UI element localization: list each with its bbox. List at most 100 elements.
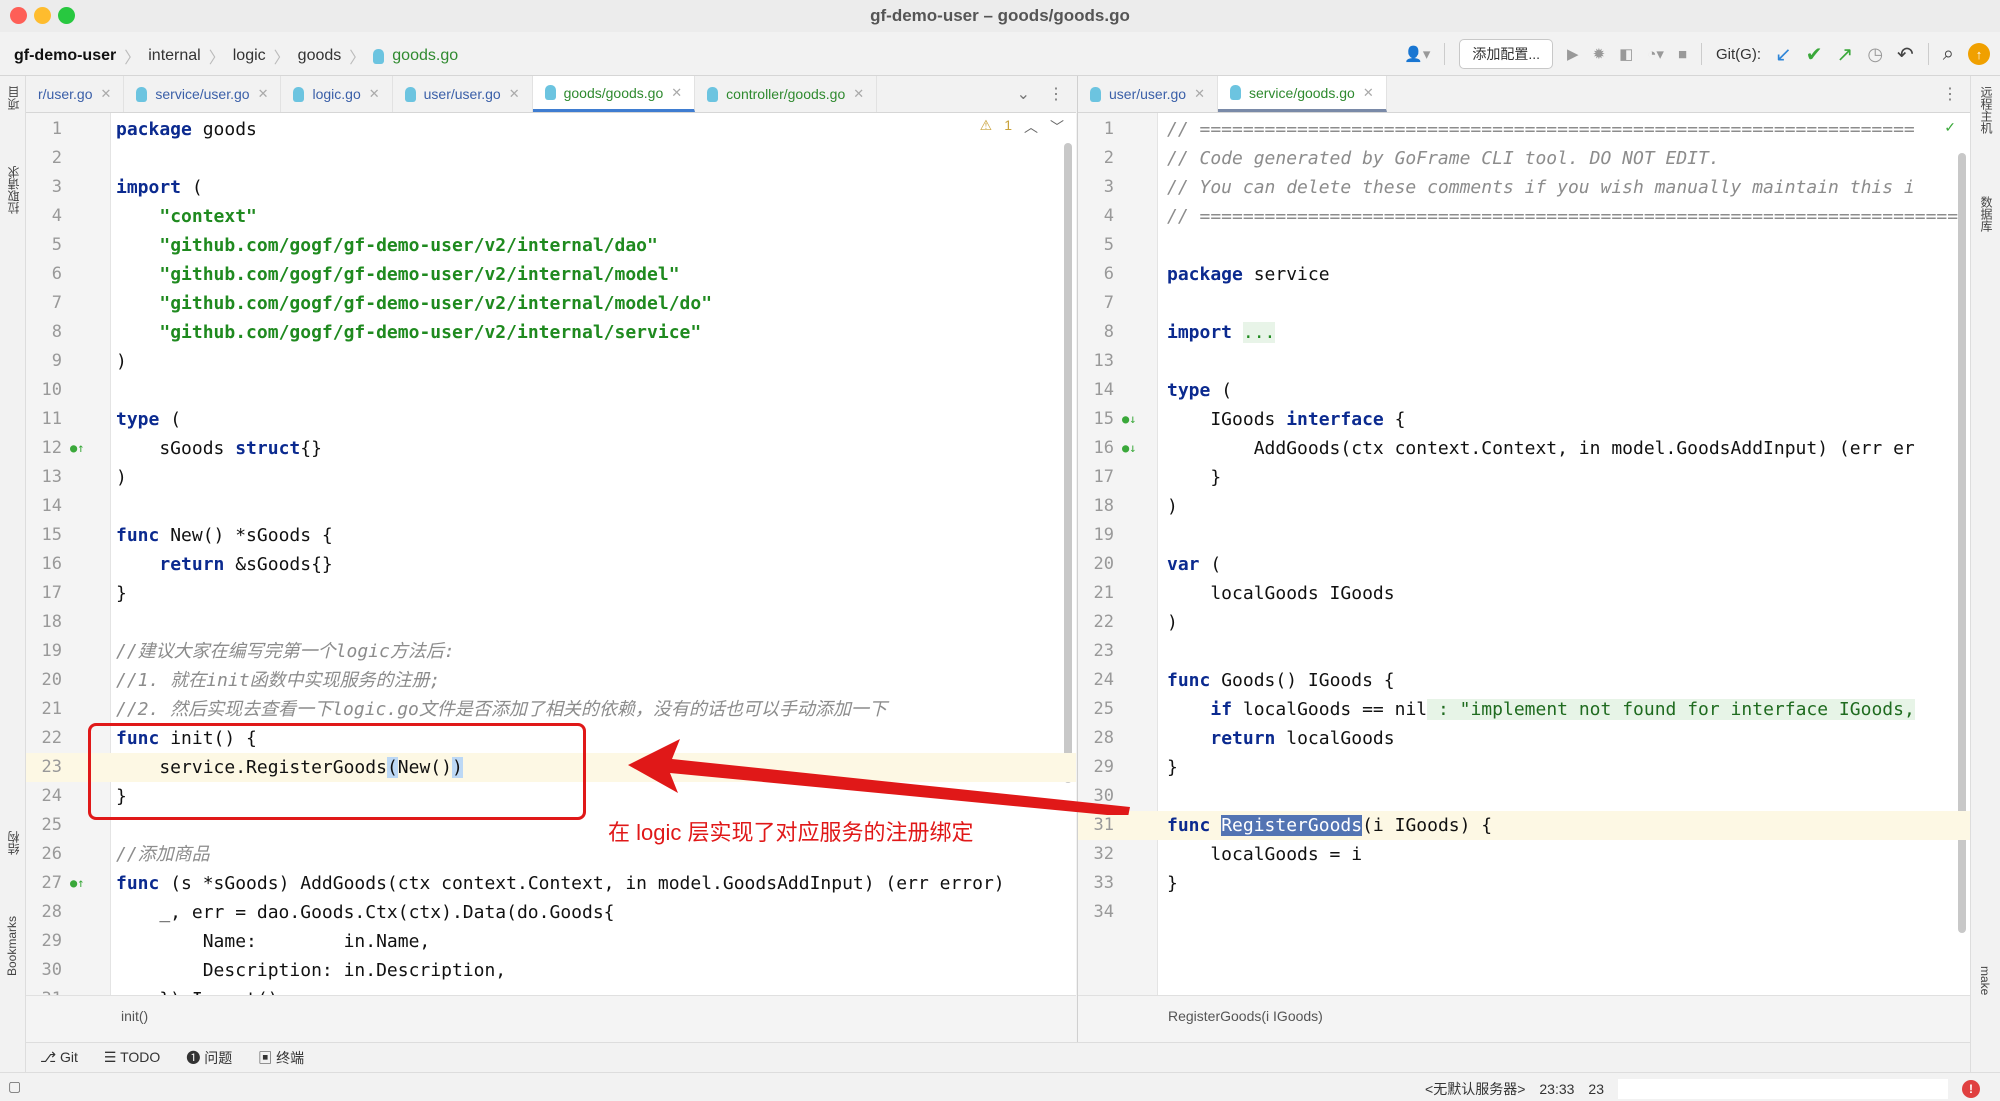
breadcrumb-item[interactable]: logic bbox=[233, 47, 266, 65]
code-line[interactable]: 31 }).Insert() bbox=[26, 985, 1076, 995]
code-line[interactable]: 15 func New() *sGoods { bbox=[26, 521, 1076, 550]
code-line[interactable]: 18 bbox=[26, 608, 1076, 637]
code-line[interactable]: 14 type ( bbox=[1078, 376, 1970, 405]
code-line[interactable]: 7 "github.com/gogf/gf-demo-user/v2/inter… bbox=[26, 289, 1076, 318]
close-tab-icon[interactable]: ✕ bbox=[100, 86, 111, 102]
editor-tab-active[interactable]: service/goods.go ✕ bbox=[1217, 76, 1387, 112]
code-line[interactable]: 6 package service bbox=[1078, 260, 1970, 289]
code-line[interactable]: 2 // Code generated by GoFrame CLI tool. … bbox=[1078, 144, 1970, 173]
code-line[interactable]: 34 bbox=[1078, 898, 1970, 927]
code-editor-right[interactable]: ✓ 1// ==================================… bbox=[1078, 113, 1970, 995]
error-notification-icon[interactable]: ! bbox=[1962, 1080, 1980, 1098]
editor-tab[interactable]: controller/goods.go ✕ bbox=[695, 76, 878, 112]
update-icon[interactable]: ↑ bbox=[1968, 43, 1990, 65]
editor-tab[interactable]: user/user.go ✕ bbox=[1078, 76, 1218, 112]
git-push-icon[interactable]: ↗ bbox=[1837, 42, 1854, 67]
server-status[interactable]: <无默认服务器> bbox=[1425, 1079, 1525, 1099]
code-line[interactable]: 32 localGoods = i bbox=[1078, 840, 1970, 869]
code-line[interactable]: 10 bbox=[26, 376, 1076, 405]
code-line[interactable]: 28 _, err = dao.Goods.Ctx(ctx).Data(do.G… bbox=[26, 898, 1076, 927]
code-line[interactable]: 15 ●↓ IGoods interface { bbox=[1078, 405, 1970, 434]
code-line[interactable]: 28 return localGoods bbox=[1078, 724, 1970, 753]
code-line[interactable]: 31 func RegisterGoods(i IGoods) { bbox=[1078, 811, 1970, 840]
code-line[interactable]: 13) bbox=[26, 463, 1076, 492]
code-line[interactable]: 5 bbox=[1078, 231, 1970, 260]
code-line[interactable]: 13 bbox=[1078, 347, 1970, 376]
project-tool-button[interactable]: 项目 bbox=[5, 86, 22, 110]
code-editor-left[interactable]: ⚠ 1 ︿ ﹀ 1 package goods 2 3 import (4 "context"… bbox=[26, 113, 1076, 995]
debug-icon[interactable]: ✹ bbox=[1593, 45, 1606, 63]
git-update-icon[interactable]: ↙ bbox=[1775, 42, 1792, 67]
run-icon[interactable]: ▶ bbox=[1567, 45, 1579, 63]
tool-tab-git[interactable]: ⎇ Git bbox=[40, 1049, 78, 1066]
rollback-icon[interactable]: ↶ bbox=[1897, 42, 1914, 67]
code-line[interactable]: 5 "github.com/gogf/gf-demo-user/v2/inter… bbox=[26, 231, 1076, 260]
editor-tab[interactable]: r/user.go ✕ bbox=[26, 76, 125, 112]
code-line[interactable]: 8 "github.com/gogf/gf-demo-user/v2/inter… bbox=[26, 318, 1076, 347]
bookmarks-tool-button[interactable]: Bookmarks bbox=[5, 916, 19, 976]
editor-tab[interactable]: logic.go ✕ bbox=[281, 76, 393, 112]
tool-tab-terminal[interactable]: ▣ 终端 bbox=[258, 1048, 304, 1068]
code-line[interactable]: 6 "github.com/gogf/gf-demo-user/v2/inter… bbox=[26, 260, 1076, 289]
close-tab-icon[interactable]: ✕ bbox=[258, 86, 269, 102]
code-line[interactable]: 30 bbox=[1078, 782, 1970, 811]
implementation-gutter-icon[interactable]: ●↑ bbox=[70, 869, 84, 898]
breadcrumb-item[interactable]: goods bbox=[298, 47, 342, 65]
code-line[interactable]: 17 } bbox=[1078, 463, 1970, 492]
code-line[interactable]: 21 localGoods IGoods bbox=[1078, 579, 1970, 608]
editor-tab-active[interactable]: goods/goods.go ✕ bbox=[532, 76, 696, 112]
code-line[interactable]: 7 bbox=[1078, 289, 1970, 318]
code-line[interactable]: 2 bbox=[26, 144, 1076, 173]
code-line[interactable]: 16 return &sGoods{} bbox=[26, 550, 1076, 579]
code-breadcrumb[interactable]: RegisterGoods(i IGoods) bbox=[1078, 995, 1970, 1042]
implementation-gutter-icon[interactable]: ●↑ bbox=[70, 434, 84, 463]
code-line[interactable]: 24 func Goods() IGoods { bbox=[1078, 666, 1970, 695]
profile-icon[interactable]: ◔▾ bbox=[1647, 45, 1664, 63]
code-line[interactable]: 14 bbox=[26, 492, 1076, 521]
add-configuration-button[interactable]: 添加配置... bbox=[1459, 39, 1554, 69]
code-line[interactable]: 9) bbox=[26, 347, 1076, 376]
implementation-gutter-icon[interactable]: ●↓ bbox=[1122, 405, 1136, 434]
pull-requests-tool-button[interactable]: 拉取请求 bbox=[5, 166, 22, 214]
code-line[interactable]: 20 //1. 就在init函数中实现服务的注册; bbox=[26, 666, 1076, 695]
code-line[interactable]: 25 if localGoods == nil : "implement not… bbox=[1078, 695, 1970, 724]
code-line[interactable]: 23 bbox=[1078, 637, 1970, 666]
code-line[interactable]: 17} bbox=[26, 579, 1076, 608]
code-line[interactable]: 3 import ( bbox=[26, 173, 1076, 202]
code-line[interactable]: 18) bbox=[1078, 492, 1970, 521]
more-options-icon[interactable]: ⋮ bbox=[1942, 84, 1958, 104]
stop-icon[interactable]: ■ bbox=[1678, 46, 1687, 63]
structure-tool-button[interactable]: 结构 bbox=[5, 831, 22, 855]
code-line[interactable]: 4 // ====================================… bbox=[1078, 202, 1970, 231]
user-icon[interactable]: 👤▾ bbox=[1404, 45, 1430, 63]
code-line[interactable]: 19 bbox=[1078, 521, 1970, 550]
tool-tab-problems[interactable]: ❶ 问题 bbox=[186, 1048, 232, 1068]
close-tab-icon[interactable]: ✕ bbox=[671, 85, 682, 101]
coverage-icon[interactable]: ◧ bbox=[1619, 45, 1633, 63]
code-line[interactable]: 16 ●↓ AddGoods(ctx context.Context, in mo… bbox=[1078, 434, 1970, 463]
code-line[interactable]: 19 //建议大家在编写完第一个logic方法后: bbox=[26, 637, 1076, 666]
tool-tab-todo[interactable]: ☰ TODO bbox=[104, 1049, 160, 1066]
code-line[interactable]: 29} bbox=[1078, 753, 1970, 782]
make-tool-button[interactable]: make bbox=[1978, 966, 1992, 995]
code-line[interactable]: 30 Description: in.Description, bbox=[26, 956, 1076, 985]
editor-tab[interactable]: user/user.go ✕ bbox=[393, 76, 533, 112]
implementation-gutter-icon[interactable]: ●↓ bbox=[1122, 434, 1136, 463]
close-tab-icon[interactable]: ✕ bbox=[1363, 85, 1374, 101]
database-tool-button[interactable]: 数据库 bbox=[1978, 196, 1995, 232]
close-tab-icon[interactable]: ✕ bbox=[853, 86, 864, 102]
git-commit-icon[interactable]: ✔ bbox=[1806, 42, 1823, 67]
close-tab-icon[interactable]: ✕ bbox=[369, 86, 380, 102]
cursor-position[interactable]: 23:33 bbox=[1539, 1081, 1574, 1097]
breadcrumb-item[interactable]: gf-demo-user bbox=[14, 47, 116, 65]
search-icon[interactable]: ⌕ bbox=[1943, 43, 1954, 66]
code-line[interactable]: 27 ●↑ func (s *sGoods) AddGoods(ctx contex… bbox=[26, 869, 1076, 898]
code-line[interactable]: 20 var ( bbox=[1078, 550, 1970, 579]
editor-tab[interactable]: service/user.go ✕ bbox=[124, 76, 282, 112]
chevron-down-icon[interactable]: ⌄ bbox=[1017, 84, 1030, 104]
history-icon[interactable]: ◷ bbox=[1867, 44, 1883, 65]
code-line[interactable]: 1 // ====================================… bbox=[1078, 115, 1970, 144]
code-line[interactable]: 12 ●↑ sGoods struct{} bbox=[26, 434, 1076, 463]
breadcrumb-item[interactable]: goods.go bbox=[392, 47, 458, 65]
code-line[interactable]: 29 Name: in.Name, bbox=[26, 927, 1076, 956]
